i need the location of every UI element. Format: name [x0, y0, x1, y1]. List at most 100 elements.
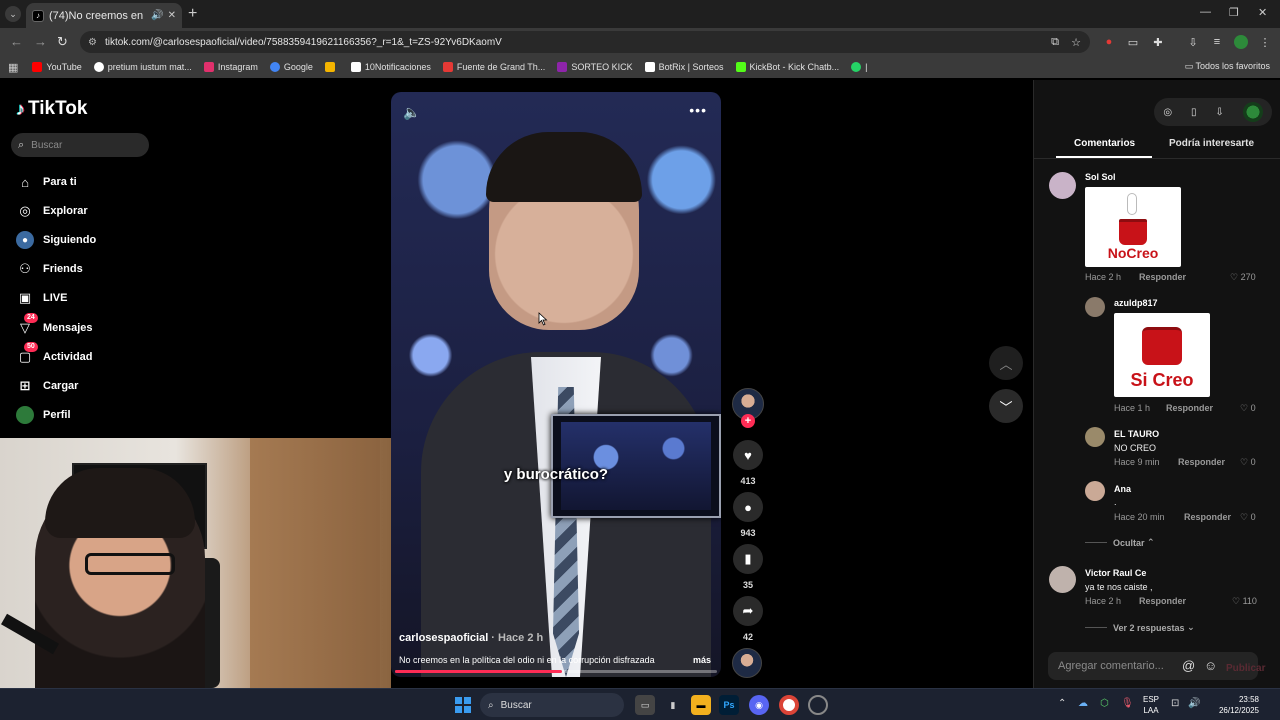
- description-more-link[interactable]: más: [693, 655, 711, 665]
- language-indicator[interactable]: ESP LAA: [1143, 694, 1159, 716]
- sidebar-item-mensajes[interactable]: ▽ 24 Mensajes: [16, 313, 93, 337]
- forward-icon[interactable]: →: [34, 34, 47, 49]
- bookmark-item[interactable]: pretium iustum mat...: [93, 62, 192, 72]
- extension-icon[interactable]: ▭: [1126, 35, 1140, 49]
- windows-start-icon[interactable]: [455, 697, 471, 713]
- extensions-puzzle-icon[interactable]: ✚: [1151, 35, 1165, 49]
- file-explorer-icon[interactable]: ▬: [691, 695, 711, 715]
- tab-comentarios[interactable]: Comentarios: [1074, 138, 1135, 149]
- comment-avatar[interactable]: [1085, 481, 1105, 501]
- sidebar-item-siguiendo[interactable]: ● Siguiendo: [16, 231, 96, 249]
- restore-icon[interactable]: ❐: [1229, 6, 1239, 19]
- bookmark-item[interactable]: Google: [269, 62, 313, 72]
- bookmark-item[interactable]: |: [851, 62, 867, 72]
- sidebar-item-explorar[interactable]: ◎ Explorar: [16, 202, 87, 220]
- bookmark-item[interactable]: 10Notificaciones: [350, 62, 431, 72]
- bookmark-item[interactable]: YouTube: [32, 62, 82, 72]
- more-options-icon[interactable]: •••: [689, 102, 707, 118]
- volume-icon[interactable]: 🔈: [403, 104, 420, 121]
- device-icon[interactable]: ▯: [1191, 107, 1197, 118]
- share-arrow-icon[interactable]: ➦: [733, 596, 763, 626]
- all-bookmarks-folder[interactable]: ▭ Todos los favoritos: [1185, 61, 1270, 72]
- bookmark-item[interactable]: SORTEO KICK: [557, 62, 633, 72]
- reload-icon[interactable]: ↻: [57, 34, 68, 50]
- previous-video-chevron-up-icon[interactable]: ︿: [989, 346, 1023, 380]
- video-progress-bar[interactable]: [395, 670, 717, 673]
- reply-link[interactable]: Responder: [1139, 596, 1186, 606]
- apps-grid-icon[interactable]: ▦: [8, 61, 18, 74]
- task-view-icon[interactable]: ▭: [635, 695, 655, 715]
- tab-audio-icon[interactable]: 🔊: [151, 10, 163, 21]
- tiktok-logo[interactable]: ♪ TikTok: [16, 98, 87, 120]
- cast-icon[interactable]: ⧉: [1048, 35, 1062, 49]
- sidebar-item-actividad[interactable]: ▢ 50 Actividad: [16, 342, 93, 366]
- comment-like[interactable]: ♡ 0: [1240, 457, 1256, 468]
- comment-username[interactable]: Ana: [1114, 484, 1131, 494]
- tray-overflow-chevron-icon[interactable]: ⌃: [1058, 698, 1066, 709]
- profile-avatar-icon[interactable]: [1234, 35, 1248, 49]
- comment-username[interactable]: Sol Sol: [1085, 172, 1116, 182]
- bookmark-star-icon[interactable]: ☆: [1069, 35, 1083, 49]
- search-input[interactable]: ⌕ Buscar: [11, 133, 149, 157]
- coins-icon[interactable]: ◎: [1163, 107, 1172, 118]
- sidebar-item-friends[interactable]: ⚇ Friends: [16, 260, 83, 278]
- system-clock[interactable]: 23:58 26/12/2025: [1209, 694, 1259, 716]
- next-video-chevron-down-icon[interactable]: ﹀: [989, 389, 1023, 423]
- like-heart-icon[interactable]: ♥: [733, 440, 763, 470]
- comment-username[interactable]: EL TAURO: [1114, 429, 1159, 439]
- comment-like[interactable]: ♡ 0: [1240, 403, 1256, 414]
- comment-bubble-icon[interactable]: ●: [733, 492, 763, 522]
- follow-plus-icon[interactable]: +: [741, 414, 755, 428]
- hide-replies-toggle[interactable]: Ocultar ⌃: [1085, 537, 1155, 548]
- tray-shield-icon[interactable]: ⬡: [1100, 698, 1109, 709]
- app-icon[interactable]: ▮: [663, 695, 683, 715]
- bookmark-item[interactable]: Instagram: [203, 62, 258, 72]
- site-info-icon[interactable]: ⚙: [88, 37, 97, 48]
- chrome-icon[interactable]: [779, 695, 799, 715]
- tab-list-icon[interactable]: ⌄: [5, 6, 21, 22]
- window-close-icon[interactable]: ✕: [1258, 6, 1267, 19]
- video-player[interactable]: y burocrático? 🔈 ••• carlosespaoficial · …: [391, 92, 721, 677]
- tab-close-icon[interactable]: ✕: [168, 10, 176, 21]
- network-icon[interactable]: ⊡: [1171, 698, 1179, 709]
- browser-menu-icon[interactable]: ⋮: [1258, 35, 1272, 49]
- reply-link[interactable]: Responder: [1166, 403, 1213, 413]
- comment-username[interactable]: azuldp817: [1114, 298, 1158, 308]
- bookmark-icon[interactable]: ▮: [733, 544, 763, 574]
- music-disc-avatar[interactable]: [732, 648, 762, 678]
- comment-avatar[interactable]: [1085, 297, 1105, 317]
- reply-link[interactable]: Responder: [1184, 512, 1231, 522]
- taskbar-search[interactable]: ⌕ Buscar: [480, 693, 624, 717]
- new-tab-icon[interactable]: +: [188, 5, 197, 23]
- bookmark-item[interactable]: [324, 62, 339, 72]
- comment-avatar[interactable]: [1049, 172, 1076, 199]
- download-icon[interactable]: ⇩: [1186, 35, 1200, 49]
- bookmark-item[interactable]: BotRix | Sorteos: [644, 62, 724, 72]
- comment-like[interactable]: ♡ 270: [1230, 272, 1256, 283]
- comment-like[interactable]: ♡ 110: [1232, 596, 1257, 607]
- post-comment-button[interactable]: Publicar: [1226, 663, 1265, 674]
- bookmark-item[interactable]: KickBot - Kick Chatb...: [735, 62, 839, 72]
- reading-list-icon[interactable]: ≡: [1210, 35, 1224, 49]
- user-avatar-icon[interactable]: [1242, 102, 1263, 122]
- tray-cloud-icon[interactable]: ☁: [1078, 698, 1088, 709]
- discord-icon[interactable]: ◉: [749, 695, 769, 715]
- comment-avatar[interactable]: [1085, 427, 1105, 447]
- download-app-icon[interactable]: ⇩: [1215, 107, 1223, 118]
- sidebar-item-perfil[interactable]: Perfil: [16, 406, 71, 424]
- sidebar-item-cargar[interactable]: ⊞ Cargar: [16, 377, 79, 395]
- tab-podria-interesarte[interactable]: Podría interesarte: [1169, 138, 1254, 149]
- view-replies-toggle[interactable]: Ver 2 respuestas ⌄: [1085, 622, 1195, 633]
- sidebar-item-para-ti[interactable]: ⌂ Para ti: [16, 173, 77, 191]
- tray-mic-icon[interactable]: 🎙: [1121, 698, 1134, 709]
- speaker-icon[interactable]: 🔊: [1188, 698, 1200, 709]
- extension-red-icon[interactable]: ●: [1102, 35, 1116, 49]
- back-icon[interactable]: ←: [10, 34, 23, 49]
- browser-tab[interactable]: ♪ (74)No creemos en la polít 🔊 ✕: [26, 3, 182, 28]
- comment-like[interactable]: ♡ 0: [1240, 512, 1256, 523]
- address-bar[interactable]: ⚙ tiktok.com/@carlosespaoficial/video/75…: [80, 31, 1090, 53]
- comment-username[interactable]: Victor Raul Ce: [1085, 568, 1146, 578]
- reply-link[interactable]: Responder: [1139, 272, 1186, 282]
- reply-link[interactable]: Responder: [1178, 457, 1225, 467]
- sidebar-item-live[interactable]: ▣ LIVE: [16, 289, 68, 307]
